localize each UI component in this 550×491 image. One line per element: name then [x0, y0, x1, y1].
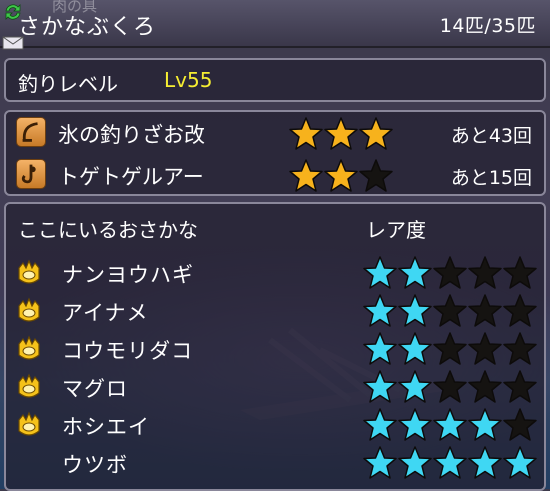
- equipment-rank-stars: [288, 116, 393, 152]
- empty-star-icon: [432, 293, 468, 329]
- filled-star-icon: [358, 116, 394, 152]
- fishing-level-label: 釣りレベル: [18, 72, 118, 96]
- filled-star-icon: [397, 445, 433, 481]
- fish-name: ウツボ: [62, 453, 128, 477]
- empty-star-icon: [502, 255, 538, 291]
- fish-rarity-stars: [362, 407, 537, 443]
- filled-star-icon: [323, 116, 359, 152]
- empty-star-icon: [467, 293, 503, 329]
- fish-rarity-stars: [362, 293, 537, 329]
- empty-star-icon: [502, 293, 538, 329]
- filled-star-icon: [432, 445, 468, 481]
- fishing-rod-icon: [16, 117, 46, 147]
- empty-star-icon: [502, 331, 538, 367]
- filled-star-icon: [397, 293, 433, 329]
- equipment-panel: 氷の釣りざお改 あと43回 トゲトゲルアー あと15回: [4, 110, 546, 196]
- empty-star-icon: [358, 158, 394, 194]
- fish-row[interactable]: ホシエイ: [6, 406, 544, 444]
- fish-name: マグロ: [62, 377, 128, 401]
- fish-row[interactable]: ウツボ: [6, 444, 544, 482]
- fish-rarity-stars: [362, 255, 537, 291]
- fish-row[interactable]: マグロ: [6, 368, 544, 406]
- header-bar: 肉の具 さかなぶくろ 14匹/35匹: [0, 0, 550, 50]
- empty-star-icon: [467, 255, 503, 291]
- filled-star-icon: [467, 407, 503, 443]
- fish-name: コウモリダコ: [62, 339, 194, 363]
- fish-rarity-stars: [362, 369, 537, 405]
- fish-list-heading: ここにいるおさかな: [18, 218, 198, 242]
- lure-hook-icon: [16, 159, 46, 189]
- equipment-row-rod[interactable]: 氷の釣りざお改 あと43回: [6, 114, 544, 152]
- fish-name: ホシエイ: [62, 415, 150, 439]
- page-title: さかなぶくろ: [18, 15, 157, 40]
- filled-star-icon: [362, 369, 398, 405]
- equipment-name: トゲトゲルアー: [58, 165, 204, 189]
- rarity-heading: レア度: [366, 218, 426, 242]
- equipment-uses-left: あと15回: [450, 167, 532, 189]
- fishing-level-value: Lv55: [164, 68, 213, 92]
- fishing-level-panel: 釣りレベル Lv55: [4, 58, 546, 102]
- filled-star-icon: [362, 407, 398, 443]
- caught-crown-icon: [18, 259, 40, 284]
- fish-rarity-stars: [362, 331, 537, 367]
- equipment-uses-left: あと43回: [450, 125, 532, 147]
- fish-row[interactable]: コウモリダコ: [6, 330, 544, 368]
- filled-star-icon: [362, 445, 398, 481]
- fish-list-panel: ここにいるおさかな レア度 ナンヨウハギ アイナメコウモリダコ マグロホシエイウツボ: [4, 202, 546, 491]
- filled-star-icon: [432, 407, 468, 443]
- empty-star-icon: [432, 369, 468, 405]
- filled-star-icon: [397, 407, 433, 443]
- empty-star-icon: [467, 369, 503, 405]
- caught-crown-icon: [18, 411, 40, 436]
- equipment-row-lure[interactable]: トゲトゲルアー あと15回: [6, 156, 544, 194]
- caught-crown-icon: [18, 335, 40, 360]
- equipment-rank-stars: [288, 158, 393, 194]
- filled-star-icon: [467, 445, 503, 481]
- filled-star-icon: [397, 369, 433, 405]
- filled-star-icon: [362, 293, 398, 329]
- fish-count: 14匹/35匹: [439, 15, 536, 37]
- caught-crown-icon: [18, 297, 40, 322]
- filled-star-icon: [362, 255, 398, 291]
- filled-star-icon: [323, 158, 359, 194]
- fish-row[interactable]: アイナメ: [6, 292, 544, 330]
- filled-star-icon: [288, 116, 324, 152]
- fish-name: アイナメ: [62, 301, 149, 325]
- filled-star-icon: [397, 255, 433, 291]
- empty-star-icon: [502, 369, 538, 405]
- fish-name: ナンヨウハギ: [62, 263, 194, 287]
- filled-star-icon: [397, 331, 433, 367]
- empty-star-icon: [502, 407, 538, 443]
- empty-star-icon: [432, 331, 468, 367]
- caught-crown-icon: [18, 373, 40, 398]
- filled-star-icon: [288, 158, 324, 194]
- filled-star-icon: [502, 445, 538, 481]
- fish-rarity-stars: [362, 445, 537, 481]
- filled-star-icon: [362, 331, 398, 367]
- equipment-name: 氷の釣りざお改: [58, 123, 205, 147]
- empty-star-icon: [467, 331, 503, 367]
- empty-star-icon: [432, 255, 468, 291]
- fish-row[interactable]: ナンヨウハギ: [6, 254, 544, 292]
